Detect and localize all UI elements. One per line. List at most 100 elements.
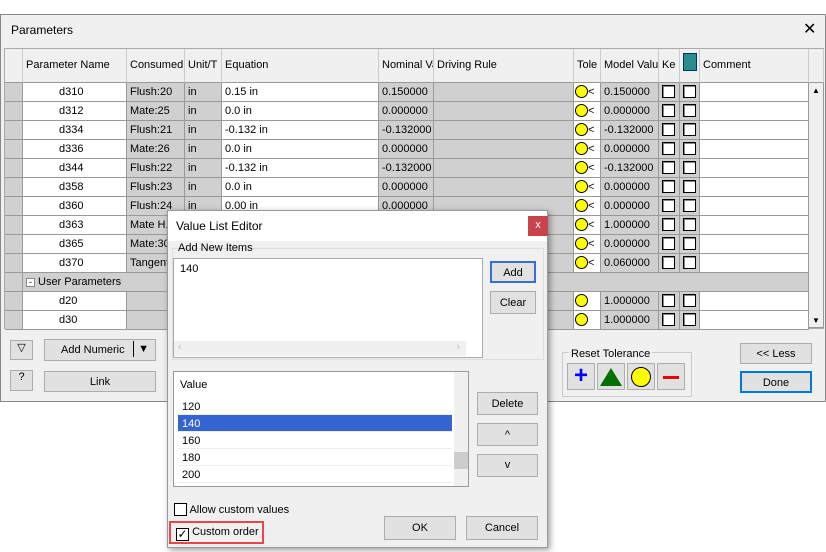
nominal-tolerance-button[interactable]: [597, 363, 625, 390]
export-checkbox[interactable]: [680, 216, 700, 235]
column-header-model-value[interactable]: Model Valu: [601, 49, 659, 83]
scroll-down-icon[interactable]: ▼: [812, 316, 820, 325]
export-checkbox[interactable]: [680, 121, 700, 140]
clear-button[interactable]: Clear: [490, 291, 536, 314]
value-list-item[interactable]: 160: [178, 432, 452, 449]
cell-comment[interactable]: [700, 235, 809, 254]
scroll-up-icon[interactable]: ▲: [812, 86, 820, 95]
key-checkbox[interactable]: [659, 216, 680, 235]
cell-tolerance[interactable]: <: [574, 102, 601, 121]
export-checkbox[interactable]: [680, 254, 700, 273]
value-list-scrollbar[interactable]: [454, 372, 468, 486]
column-header-driving-rule[interactable]: Driving Rule: [434, 49, 574, 83]
key-checkbox[interactable]: [659, 254, 680, 273]
cell-parameter-name[interactable]: d365: [23, 235, 127, 254]
column-header-tolerance[interactable]: Tole: [574, 49, 601, 83]
row-selector[interactable]: [5, 216, 23, 235]
ok-button[interactable]: OK: [384, 516, 456, 540]
horizontal-scrollbar[interactable]: ‹ ›: [174, 341, 466, 356]
cancel-button[interactable]: Cancel: [466, 516, 538, 540]
cell-comment[interactable]: [700, 254, 809, 273]
cell-tolerance[interactable]: <: [574, 178, 601, 197]
row-selector[interactable]: [5, 83, 23, 102]
cell-parameter-name[interactable]: d336: [23, 140, 127, 159]
lower-tolerance-button[interactable]: [657, 363, 685, 390]
add-button[interactable]: Add: [490, 261, 536, 283]
group-name[interactable]: User Parameters: [38, 276, 121, 288]
cell-comment[interactable]: [700, 121, 809, 140]
collapse-icon[interactable]: -: [26, 278, 35, 287]
row-selector[interactable]: [5, 197, 23, 216]
add-numeric-button[interactable]: Add Numeric ▼: [44, 339, 156, 361]
column-header-export[interactable]: [680, 49, 700, 83]
cell-parameter-name[interactable]: d312: [23, 102, 127, 121]
cell-parameter-name[interactable]: d20: [23, 292, 127, 311]
cell-tolerance[interactable]: <: [574, 216, 601, 235]
cell-comment[interactable]: [700, 292, 809, 311]
row-selector[interactable]: [5, 292, 23, 311]
cell-parameter-name[interactable]: d360: [23, 197, 127, 216]
scrollbar-thumb[interactable]: [454, 452, 468, 469]
row-selector[interactable]: [5, 102, 23, 121]
cell-tolerance[interactable]: <: [574, 159, 601, 178]
filter-button[interactable]: ▽: [10, 340, 33, 360]
row-selector[interactable]: [5, 121, 23, 140]
cell-comment[interactable]: [700, 178, 809, 197]
key-checkbox[interactable]: [659, 140, 680, 159]
cell-comment[interactable]: [700, 83, 809, 102]
cell-equation[interactable]: -0.132 in: [222, 121, 379, 140]
export-checkbox[interactable]: [680, 140, 700, 159]
cell-tolerance[interactable]: [574, 311, 601, 330]
cell-tolerance[interactable]: <: [574, 254, 601, 273]
close-button[interactable]: ✕: [803, 19, 816, 39]
value-list-item[interactable]: 140: [178, 415, 452, 432]
key-checkbox[interactable]: [659, 159, 680, 178]
column-header-comment[interactable]: Comment: [700, 49, 809, 83]
done-button[interactable]: Done: [740, 371, 812, 393]
export-checkbox[interactable]: [680, 178, 700, 197]
cell-parameter-name[interactable]: d344: [23, 159, 127, 178]
cell-equation[interactable]: 0.0 in: [222, 102, 379, 121]
cell-comment[interactable]: [700, 159, 809, 178]
row-selector[interactable]: [5, 178, 23, 197]
value-list-item[interactable]: 120: [178, 398, 452, 415]
value-list-item[interactable]: 200: [178, 466, 452, 483]
move-down-button[interactable]: v: [477, 454, 538, 477]
cell-comment[interactable]: [700, 216, 809, 235]
key-checkbox[interactable]: [659, 121, 680, 140]
row-selector[interactable]: [5, 311, 23, 330]
key-checkbox[interactable]: [659, 178, 680, 197]
column-header-equation[interactable]: Equation: [222, 49, 379, 83]
key-checkbox[interactable]: [659, 311, 680, 330]
row-selector[interactable]: [5, 159, 23, 178]
less-button[interactable]: << Less: [740, 343, 812, 364]
cell-parameter-name[interactable]: d363: [23, 216, 127, 235]
help-button[interactable]: ?: [10, 370, 33, 391]
value-list-item[interactable]: 180: [178, 449, 452, 466]
cell-equation[interactable]: 0.0 in: [222, 178, 379, 197]
cell-tolerance[interactable]: <: [574, 83, 601, 102]
upper-tolerance-button[interactable]: +: [567, 363, 595, 390]
column-header-row-header[interactable]: [5, 49, 23, 83]
column-header-nominal-value[interactable]: Nominal Va: [379, 49, 434, 83]
column-header-parameter-name[interactable]: Parameter Name: [23, 49, 127, 83]
cell-parameter-name[interactable]: d30: [23, 311, 127, 330]
row-selector[interactable]: [5, 254, 23, 273]
custom-order-checkbox[interactable]: ✓ Custom order: [169, 521, 264, 544]
cell-equation[interactable]: 0.0 in: [222, 140, 379, 159]
cell-comment[interactable]: [700, 102, 809, 121]
key-checkbox[interactable]: [659, 235, 680, 254]
grid-scrollbar[interactable]: ▲ ▼: [809, 83, 824, 328]
export-checkbox[interactable]: [680, 235, 700, 254]
cell-parameter-name[interactable]: d310: [23, 83, 127, 102]
cell-tolerance[interactable]: [574, 292, 601, 311]
export-checkbox[interactable]: [680, 311, 700, 330]
column-header-unit[interactable]: Unit/T: [185, 49, 222, 83]
export-checkbox[interactable]: [680, 83, 700, 102]
export-checkbox[interactable]: [680, 159, 700, 178]
cell-comment[interactable]: [700, 140, 809, 159]
row-selector[interactable]: [5, 235, 23, 254]
cell-comment[interactable]: [700, 197, 809, 216]
export-checkbox[interactable]: [680, 292, 700, 311]
dialog-close-button[interactable]: x: [528, 216, 548, 236]
